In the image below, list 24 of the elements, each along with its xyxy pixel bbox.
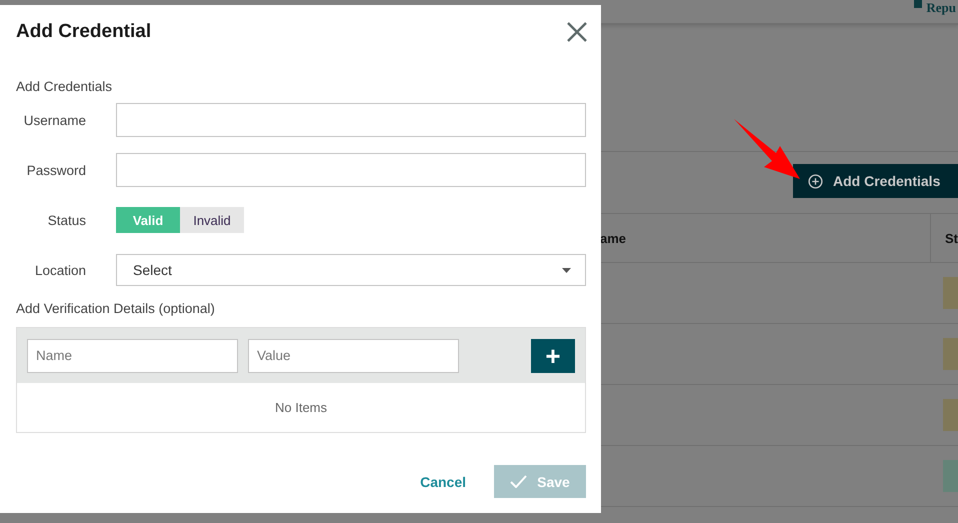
field-label: Username bbox=[22, 112, 86, 128]
dialog-title: Add Credential bbox=[16, 21, 152, 43]
add-credentials-button[interactable]: Add Credentials bbox=[793, 164, 958, 198]
column-header: St bbox=[944, 230, 958, 248]
status-option[interactable]: Invalid bbox=[180, 207, 244, 233]
field-label: Password bbox=[26, 162, 86, 178]
check-icon bbox=[510, 475, 528, 488]
section-label: Add Verification Details (optional) bbox=[16, 301, 216, 317]
add-circle-icon bbox=[808, 174, 823, 188]
cancel-button[interactable]: Cancel bbox=[420, 474, 466, 490]
field-label: Location bbox=[34, 262, 86, 278]
close-icon[interactable] bbox=[566, 21, 588, 43]
field-label: Status bbox=[46, 212, 86, 228]
value-field[interactable]: Value bbox=[248, 338, 459, 372]
caret-icon bbox=[562, 268, 571, 272]
add-button[interactable]: + bbox=[531, 338, 575, 372]
input-field[interactable] bbox=[116, 103, 586, 137]
location-dropdown[interactable]: Select bbox=[116, 254, 586, 286]
name-field[interactable]: Name bbox=[27, 338, 238, 372]
section-label: Add Credentials bbox=[16, 79, 114, 95]
logo-text: Repu bbox=[926, 0, 957, 15]
empty-message: No Items bbox=[274, 400, 327, 415]
logo-icon bbox=[914, 0, 922, 8]
input-field[interactable] bbox=[116, 153, 586, 187]
